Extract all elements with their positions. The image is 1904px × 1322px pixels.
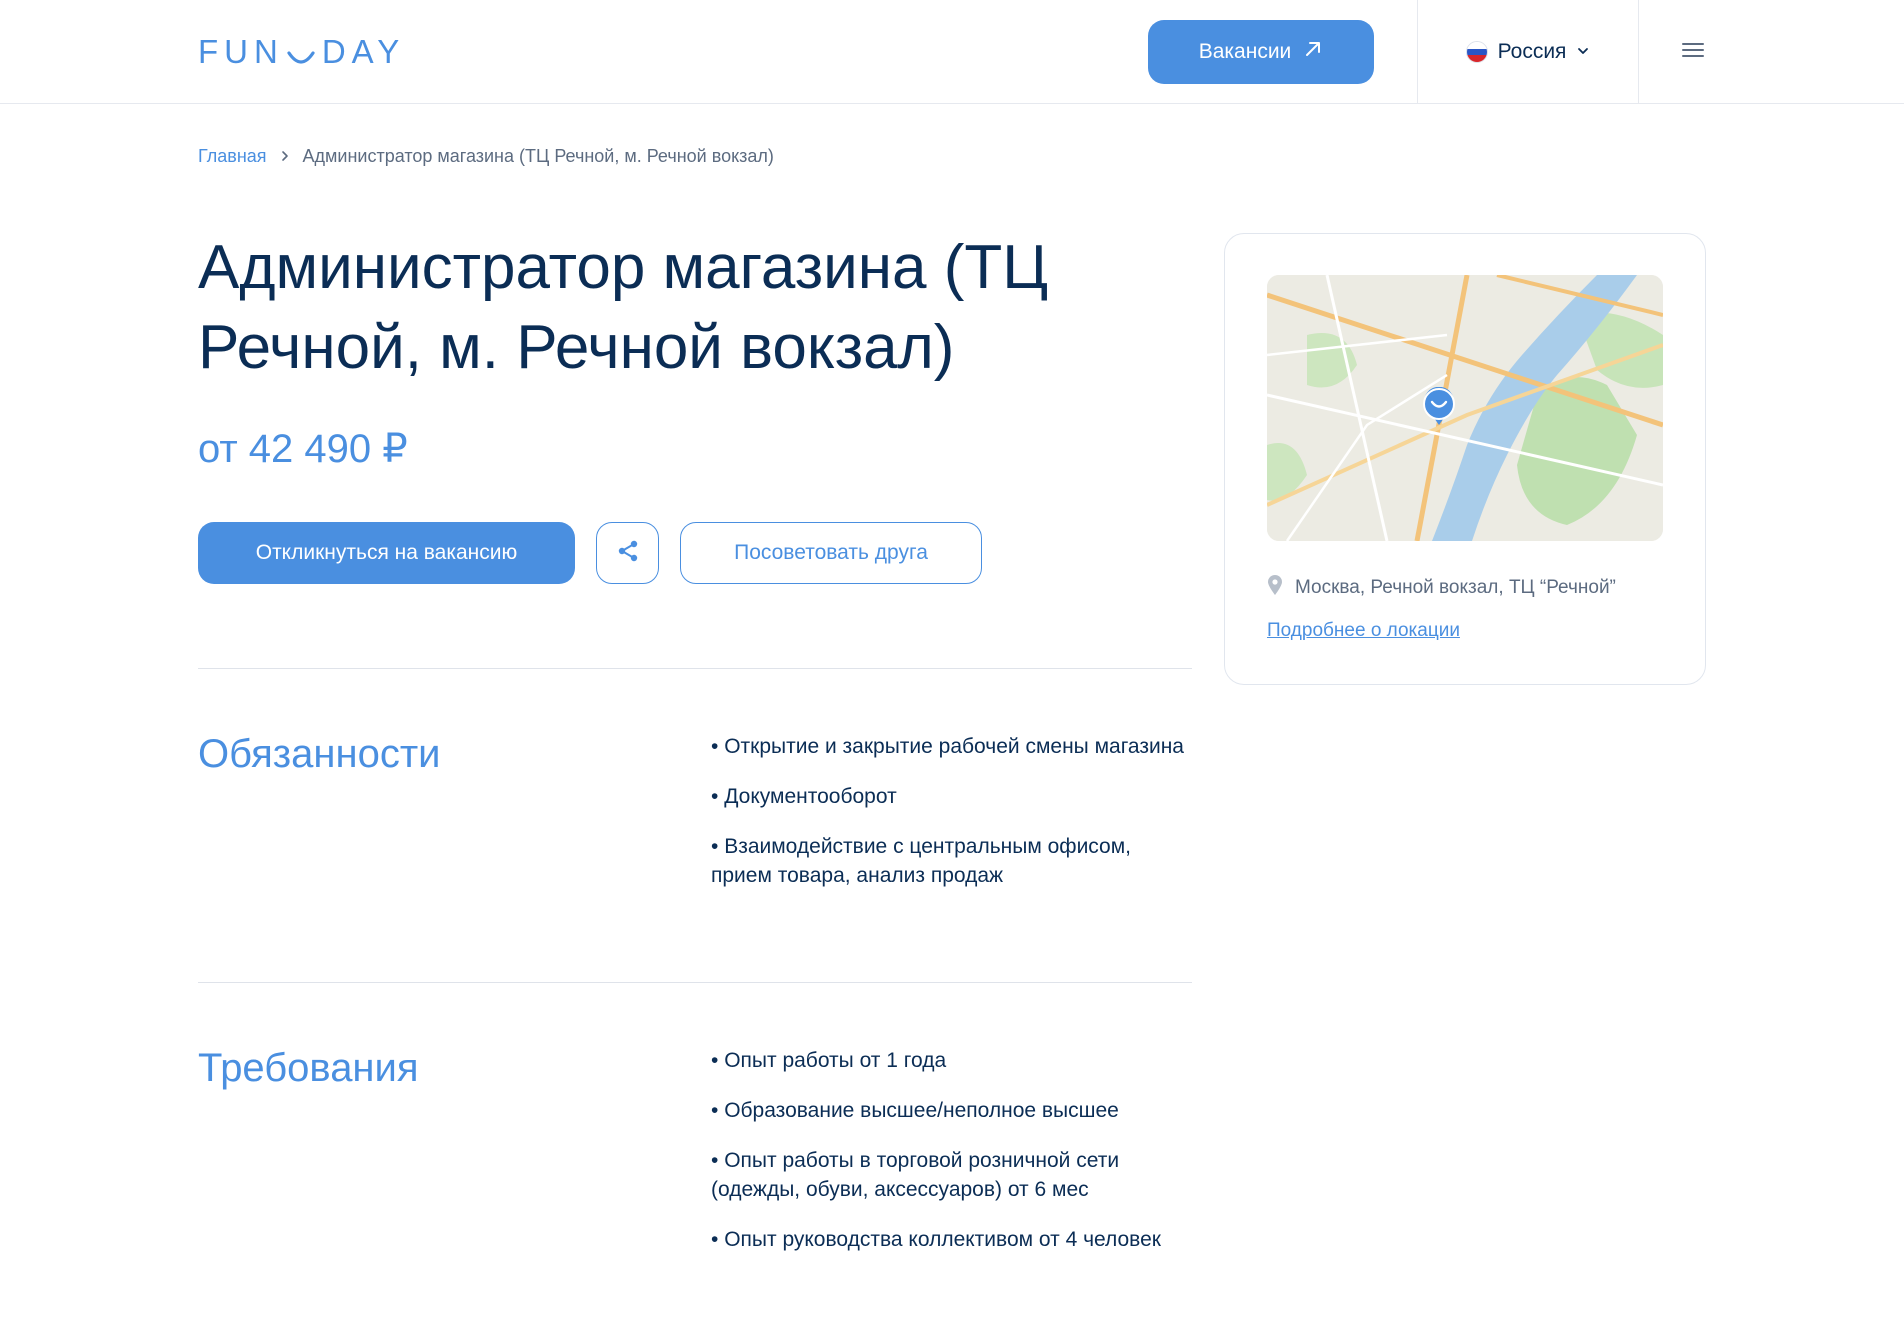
funday-logo[interactable]: FUN DAY [198,33,406,71]
page-title: Администратор магазина (ТЦ Речной, м. Ре… [198,233,1049,382]
russia-flag-icon [1465,41,1488,63]
location-card: Москва, Речной вокзал, ТЦ “Речной” Подро… [1224,233,1706,685]
chevron-right-icon [279,146,291,167]
smile-icon [286,41,316,71]
country-label: Россия [1497,40,1567,63]
logo-text-left: FUN [198,33,284,70]
location-address: Москва, Речной вокзал, ТЦ “Речной” [1267,574,1616,602]
salary-price: от 42 490 ₽ [198,427,408,471]
share-button[interactable] [596,522,659,584]
share-icon [615,538,641,569]
duties-title: Обязанности [198,732,441,776]
logo-text-right: DAY [321,33,406,70]
list-item: Документооборот [711,782,1191,811]
vacancies-button[interactable]: Вакансии [1148,20,1374,84]
chevron-down-icon [1576,40,1590,64]
country-selector[interactable]: Россия [1418,0,1638,104]
breadcrumb: Главная Администратор магазина (ТЦ Речно… [198,146,774,167]
list-item: Взаимодействие с центральным офисом, при… [711,832,1191,890]
requirements-title: Требования [198,1046,419,1090]
list-item: Открытие и закрытие рабочей смены магази… [711,732,1191,761]
hamburger-menu-button[interactable] [1638,0,1748,104]
list-item: Опыт работы от 1 года [711,1046,1191,1075]
list-item: Опыт руководства коллективом от 4 челове… [711,1225,1191,1254]
section-divider [198,668,1192,669]
recommend-friend-button[interactable]: Посоветовать друга [680,522,982,584]
vacancies-label: Вакансии [1198,40,1292,63]
breadcrumb-current: Администратор магазина (ТЦ Речной, м. Ре… [302,146,774,166]
map-pin-icon [1422,386,1456,432]
location-pin-icon [1267,574,1283,602]
apply-button[interactable]: Откликнуться на вакансию [198,522,575,584]
location-map[interactable] [1267,275,1663,541]
list-item: Образование высшее/неполное высшее [711,1096,1191,1125]
site-header: FUN DAY Вакансии Россия [0,0,1904,104]
requirements-list: Опыт работы от 1 года Образование высшее… [711,1046,1191,1275]
location-details-link[interactable]: Подробнее о локации [1267,620,1460,642]
section-divider [198,982,1192,983]
hamburger-menu-icon [1682,42,1704,63]
location-address-text: Москва, Речной вокзал, ТЦ “Речной” [1295,577,1616,598]
breadcrumb-home-link[interactable]: Главная [198,146,267,167]
arrow-up-right-icon [1303,39,1323,65]
list-item: Опыт работы в торговой розничной сети (о… [711,1146,1191,1204]
duties-list: Открытие и закрытие рабочей смены магази… [711,732,1191,911]
